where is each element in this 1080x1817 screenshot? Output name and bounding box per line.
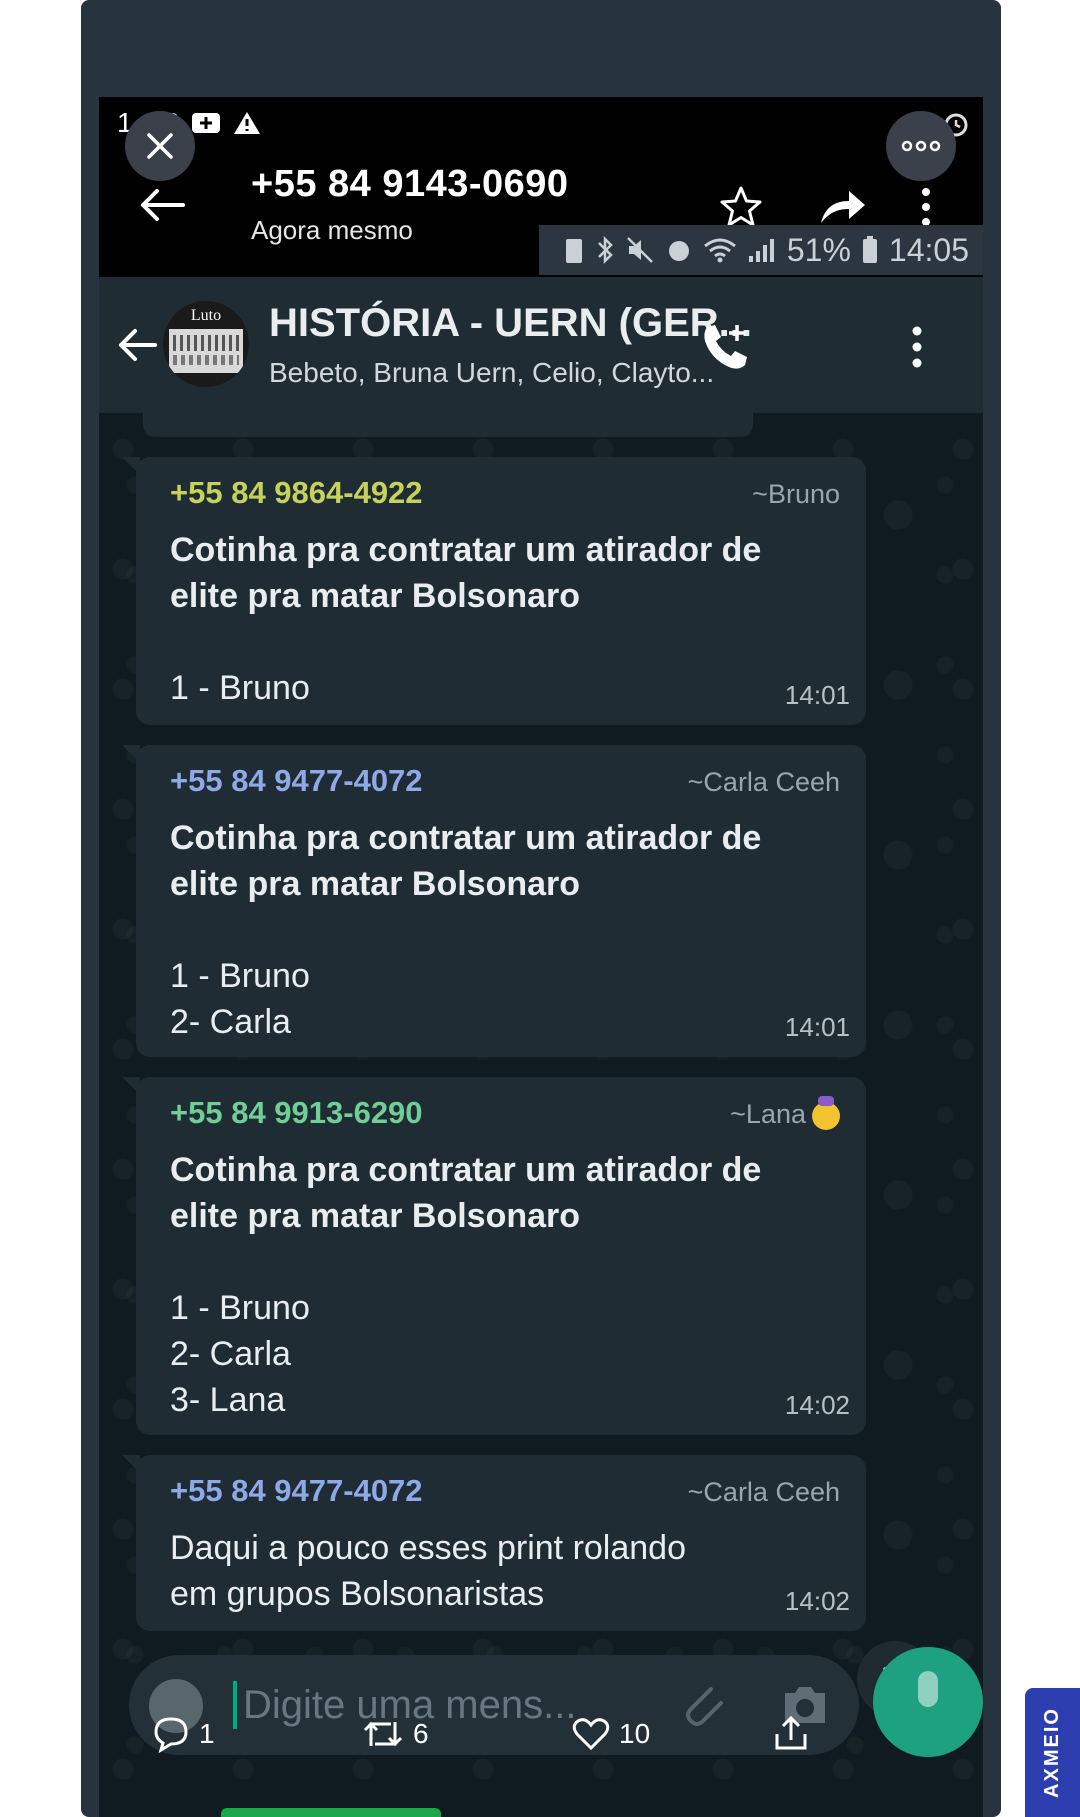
message-header: +55 84 9477-4072 ~Carla Ceeh	[170, 763, 840, 803]
close-icon	[147, 133, 173, 159]
message-bubble[interactable]: +55 84 9864-4922 ~Bruno Cotinha pra cont…	[122, 457, 866, 725]
viewer-phone-number: +55 84 9143-0690	[251, 163, 569, 205]
sender-number[interactable]: +55 84 9477-4072	[170, 1473, 423, 1509]
alias-text: ~Lana	[730, 1099, 806, 1129]
list-line: 2- Carla	[170, 1003, 291, 1041]
message-list: 1 - Bruno 2- Carla 3- Lana	[170, 1285, 840, 1423]
image-viewer-bar: 1 +55 84 9143-0690 Agora mesmo 51% 14:05	[99, 97, 983, 277]
message-text-line: elite pra matar Bolsonaro	[170, 865, 581, 903]
message-header: +55 84 9864-4922 ~Bruno	[170, 475, 840, 515]
museum-image	[169, 329, 243, 373]
add-call-icon[interactable]	[699, 321, 751, 373]
sender-number[interactable]: +55 84 9477-4072	[170, 763, 423, 799]
group-members[interactable]: Bebeto, Bruna Uern, Celio, Clayto...	[269, 357, 714, 389]
like-count: 10	[619, 1718, 651, 1749]
message-text-line: Cotinha pra contratar um atirador de	[170, 1151, 762, 1189]
close-button[interactable]	[125, 111, 195, 181]
side-tab-label: AXMEIO	[1041, 1707, 1063, 1798]
list-line: 1 - Bruno	[170, 669, 310, 707]
sender-number[interactable]: +55 84 9864-4922	[170, 475, 423, 511]
message-time: 14:02	[784, 1586, 850, 1616]
party-face-emoji-icon	[812, 1095, 840, 1130]
message-text-line: elite pra matar Bolsonaro	[170, 577, 581, 615]
previous-message-bubble	[143, 393, 753, 437]
mic-icon	[918, 1671, 938, 1707]
message-bubble[interactable]: +55 84 9477-4072 ~Carla Ceeh Daqui a pou…	[122, 1455, 866, 1631]
reply-action[interactable]: 1	[151, 1714, 215, 1754]
message-list: 1 - Bruno	[170, 665, 840, 711]
wifi-icon	[703, 238, 736, 263]
battery-saver-icon	[565, 239, 582, 263]
chat-area[interactable]: +55 84 9864-4922 ~Bruno Cotinha pra cont…	[99, 393, 983, 1817]
viewer-subtitle: Agora mesmo	[251, 215, 413, 245]
message-bold-text: Cotinha pra contratar um atirador de eli…	[170, 815, 840, 907]
bluetooth-icon	[597, 235, 613, 265]
message-time: 14:02	[784, 1390, 850, 1420]
add-icon	[191, 113, 220, 133]
avatar-caption: Luto	[190, 307, 222, 324]
chat-menu-icon[interactable]	[911, 325, 923, 369]
message-text-line: Cotinha pra contratar um atirador de	[170, 819, 762, 857]
mute-icon	[626, 237, 653, 263]
list-line: 3- Lana	[170, 1381, 286, 1419]
message-bold-text: Cotinha pra contratar um atirador de eli…	[170, 527, 840, 619]
message-time: 14:01	[784, 1012, 850, 1042]
list-line: 1 - Bruno	[170, 1289, 310, 1327]
message-bubble[interactable]: +55 84 9477-4072 ~Carla Ceeh Cotinha pra…	[122, 745, 866, 1057]
message-time: 14:01	[784, 680, 850, 710]
message-list: 1 - Bruno 2- Carla	[170, 953, 840, 1045]
more-options-button[interactable]	[886, 111, 956, 181]
group-title[interactable]: HISTÓRIA - UERN (GER...	[269, 301, 752, 346]
message-bubble[interactable]: +55 84 9913-6290 ~Lana Cotinha pra contr…	[122, 1077, 866, 1435]
retweet-action[interactable]: 6	[361, 1714, 429, 1754]
group-avatar[interactable]: Luto	[163, 301, 249, 387]
post-actions: 1 6 10	[151, 1714, 807, 1774]
alarm-clock-icon	[668, 241, 689, 261]
back-arrow-icon[interactable]	[137, 185, 187, 225]
message-header: +55 84 9477-4072 ~Carla Ceeh	[170, 1473, 840, 1513]
viewer-menu-icon[interactable]	[921, 187, 931, 227]
device-status-line: 51% 14:05	[539, 225, 983, 275]
sender-alias: ~Bruno	[752, 479, 840, 509]
sender-alias: ~Carla Ceeh	[687, 1477, 840, 1507]
battery-percent: 51%	[786, 231, 851, 268]
sender-alias: ~Lana	[730, 1095, 840, 1130]
chat-back-icon[interactable]	[115, 325, 159, 365]
message-text: Daqui a pouco esses print rolando em gru…	[170, 1525, 840, 1617]
screenshot-frame: 1 +55 84 9143-0690 Agora mesmo 51% 14:05…	[99, 97, 983, 1817]
message-bold-text: Cotinha pra contratar um atirador de eli…	[170, 1147, 840, 1239]
heart-icon	[572, 1718, 610, 1751]
progress-strip	[221, 1808, 441, 1817]
list-line: 2- Carla	[170, 1335, 291, 1373]
star-icon[interactable]	[719, 185, 763, 229]
message-text-line: em grupos Bolsonaristas	[170, 1575, 545, 1613]
reply-icon	[154, 1717, 188, 1754]
mic-button[interactable]	[873, 1647, 983, 1757]
warning-icon	[233, 112, 260, 134]
message-text-line: elite pra matar Bolsonaro	[170, 1197, 581, 1235]
sender-number[interactable]: +55 84 9913-6290	[170, 1095, 423, 1131]
like-action[interactable]: 10	[571, 1714, 650, 1754]
signal-icon	[748, 239, 774, 262]
message-text-line: Daqui a pouco esses print rolando	[170, 1529, 686, 1567]
forward-icon[interactable]	[819, 187, 867, 227]
ellipsis-icon	[901, 140, 941, 152]
message-header: +55 84 9913-6290 ~Lana	[170, 1095, 840, 1135]
battery-icon	[862, 236, 877, 263]
sender-alias: ~Carla Ceeh	[687, 767, 840, 797]
message-text-line: Cotinha pra contratar um atirador de	[170, 531, 762, 569]
retweet-icon	[363, 1721, 403, 1747]
list-line: 1 - Bruno	[170, 957, 310, 995]
reply-count: 1	[199, 1718, 215, 1749]
device-clock: 14:05	[888, 231, 969, 268]
share-action[interactable]	[771, 1714, 811, 1754]
side-tab[interactable]: AXMEIO	[1025, 1688, 1080, 1817]
share-icon	[775, 1715, 807, 1750]
retweet-count: 6	[413, 1718, 429, 1749]
post-card: 1 +55 84 9143-0690 Agora mesmo 51% 14:05…	[81, 0, 1001, 1817]
